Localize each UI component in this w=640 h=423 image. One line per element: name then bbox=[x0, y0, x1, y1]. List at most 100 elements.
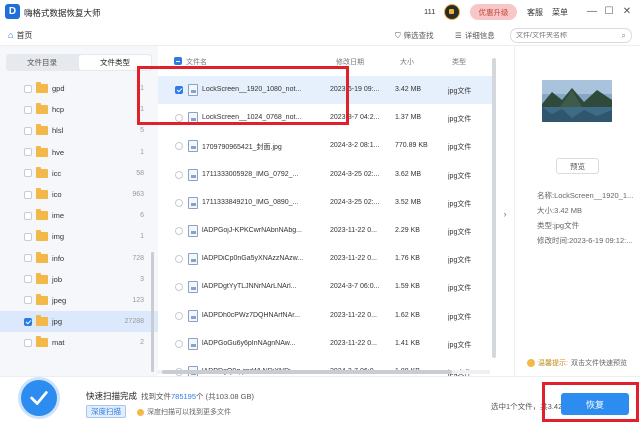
meta-type: 类型:jpg文件 bbox=[537, 221, 580, 230]
file-scrollbar[interactable] bbox=[492, 52, 496, 368]
maximize-icon[interactable]: ☐ bbox=[602, 5, 616, 19]
folder-checkbox[interactable] bbox=[24, 296, 32, 305]
header-size[interactable]: 大小 bbox=[400, 57, 414, 67]
folder-checkbox[interactable] bbox=[24, 211, 32, 220]
table-row[interactable]: 1711333849210_IMG_0890_... 2024-3-25 02:.… bbox=[158, 189, 492, 217]
folder-checkbox[interactable] bbox=[24, 126, 32, 135]
row-checkbox[interactable] bbox=[175, 283, 183, 292]
folder-item[interactable]: jpg 27288 bbox=[0, 311, 158, 333]
folder-item[interactable]: icc 58 bbox=[0, 163, 158, 184]
folder-item[interactable]: hcp 1 bbox=[0, 99, 158, 120]
folder-name: icc bbox=[52, 168, 62, 178]
filter-button[interactable]: ⛉ 筛选查找 bbox=[395, 28, 434, 43]
left-scrollbar[interactable] bbox=[151, 252, 154, 372]
file-size: 1.59 KB bbox=[395, 283, 420, 291]
hscroll-thumb[interactable] bbox=[162, 370, 452, 374]
folder-checkbox[interactable] bbox=[24, 84, 32, 93]
file-date: 2024-3-25 02:... bbox=[330, 198, 380, 206]
recover-button[interactable]: 恢复 bbox=[561, 393, 629, 415]
bulb-icon bbox=[527, 359, 535, 367]
folder-checkbox[interactable] bbox=[24, 275, 32, 284]
folder-count: 6 bbox=[140, 212, 144, 220]
folder-checkbox[interactable] bbox=[24, 105, 32, 114]
file-name: LockScreen__1024_0768_not... bbox=[202, 114, 302, 122]
table-row[interactable]: 1709790965421_封面.jpg 2024-3-2 08:1... 770.… bbox=[158, 132, 492, 160]
folder-item[interactable]: img 1 bbox=[0, 226, 158, 247]
row-checkbox[interactable] bbox=[175, 114, 183, 123]
folder-item[interactable]: ime 6 bbox=[0, 205, 158, 226]
view-segment: 文件目录 文件类型 bbox=[6, 54, 152, 71]
found-count: 785195 bbox=[171, 392, 197, 401]
folder-list: gpd 1 hcp 1 hlsl 5 hve 1 icc 58 ico 963 ime 6 img 1 info… bbox=[0, 78, 158, 353]
file-name: lADPDiCp0nGa5yXNAzzNAzw... bbox=[202, 255, 304, 263]
row-checkbox[interactable] bbox=[175, 142, 183, 151]
row-checkbox[interactable] bbox=[175, 198, 183, 207]
preview-button[interactable]: 预览 bbox=[556, 158, 599, 174]
file-type: jpg文件 bbox=[448, 144, 472, 152]
table-row[interactable]: lADPDiCp0nGa5yXNAzzNAzw... 2023-11-22 0..… bbox=[158, 245, 492, 273]
folder-name: ime bbox=[52, 211, 65, 221]
chevron-right-icon[interactable]: › bbox=[500, 206, 510, 222]
file-size: 1.62 KB bbox=[395, 311, 420, 319]
image-file-icon bbox=[188, 196, 198, 209]
search-box[interactable]: ⌕ bbox=[510, 28, 632, 43]
file-size: 3.62 MB bbox=[395, 170, 422, 178]
folder-item[interactable]: hlsl 5 bbox=[0, 120, 158, 141]
folder-checkbox[interactable] bbox=[24, 317, 32, 326]
left-panel: 文件目录 文件类型 gpd 1 hcp 1 hlsl 5 hve 1 icc 58 ico 963 im… bbox=[0, 46, 158, 376]
table-row[interactable]: lADPDgtYyTLJNNrNArLNArl... 2024-3-7 06:0.… bbox=[158, 273, 492, 301]
folder-checkbox[interactable] bbox=[24, 148, 32, 157]
folder-item[interactable]: mat 2 bbox=[0, 332, 158, 353]
table-row[interactable]: LockScreen__1024_0768_not... 2023-8-7 04:… bbox=[158, 104, 492, 132]
folder-checkbox[interactable] bbox=[24, 338, 32, 347]
deep-scan-tip-text: 深度扫描可以找到更多文件 bbox=[147, 409, 231, 416]
folder-checkbox[interactable] bbox=[24, 169, 32, 178]
folder-icon bbox=[36, 336, 48, 348]
tab-directory[interactable]: 文件目录 bbox=[6, 54, 78, 71]
folder-item[interactable]: gpd 1 bbox=[0, 78, 158, 99]
tab-file-type[interactable]: 文件类型 bbox=[79, 55, 151, 70]
file-name: 1711333005928_IMG_0792_... bbox=[202, 170, 299, 178]
minimize-icon[interactable]: — bbox=[585, 5, 599, 19]
row-checkbox[interactable] bbox=[175, 86, 183, 94]
image-file-icon bbox=[188, 140, 198, 153]
file-type: jpg文件 bbox=[448, 341, 472, 349]
folder-checkbox[interactable] bbox=[24, 232, 32, 241]
menu-link[interactable]: 菜单 bbox=[552, 7, 568, 18]
search-input[interactable] bbox=[516, 32, 616, 39]
horizontal-scrollbar[interactable] bbox=[158, 370, 490, 374]
row-checkbox[interactable] bbox=[175, 255, 183, 264]
header-name[interactable]: 文件名 bbox=[186, 57, 207, 67]
folder-checkbox[interactable] bbox=[24, 190, 32, 199]
table-row[interactable]: lADPDh0cPWz7DQHNArfNAr... 2023-11-22 0...… bbox=[158, 302, 492, 330]
row-checkbox[interactable] bbox=[175, 339, 183, 348]
folder-checkbox[interactable] bbox=[24, 254, 32, 263]
row-checkbox[interactable] bbox=[175, 311, 183, 320]
row-checkbox[interactable] bbox=[175, 226, 183, 235]
avatar[interactable] bbox=[444, 4, 460, 20]
folder-item[interactable]: hve 1 bbox=[0, 142, 158, 163]
row-checkbox[interactable] bbox=[175, 170, 183, 179]
scroll-thumb[interactable] bbox=[492, 58, 496, 358]
search-icon[interactable]: ⌕ bbox=[622, 31, 626, 41]
close-icon[interactable]: ✕ bbox=[620, 5, 634, 19]
table-row[interactable]: LockScreen__1920_1080_not... 2023-6-19 09… bbox=[158, 76, 492, 105]
select-all-checkbox[interactable] bbox=[174, 57, 182, 65]
folder-item[interactable]: ico 963 bbox=[0, 184, 158, 205]
vip-upgrade-button[interactable]: 优惠升级 bbox=[470, 4, 517, 20]
table-row[interactable]: 1711333005928_IMG_0792_... 2024-3-25 02:.… bbox=[158, 161, 492, 189]
table-row[interactable]: lADPGoGu6y6pInNAgnNAw... 2023-11-22 0... 1… bbox=[158, 330, 492, 358]
folder-item[interactable]: info 728 bbox=[0, 248, 158, 269]
folder-item[interactable]: jpeg 123 bbox=[0, 290, 158, 311]
folder-item[interactable]: job 3 bbox=[0, 269, 158, 290]
found-prefix: 找到文件 bbox=[141, 392, 171, 401]
customer-service-link[interactable]: 客服 bbox=[527, 7, 543, 18]
details-button[interactable]: ☰ 详细信息 bbox=[455, 28, 495, 43]
header-date[interactable]: 修改日期 bbox=[336, 57, 364, 67]
file-date: 2024-3-25 02:... bbox=[330, 170, 380, 178]
table-row[interactable]: lADPGojJ-KPKCwrNAbnNAbg... 2023-11-22 0..… bbox=[158, 217, 492, 245]
tab-home[interactable]: ⌂ 首页 bbox=[8, 28, 32, 42]
header-type[interactable]: 类型 bbox=[452, 57, 466, 67]
deep-scan-button[interactable]: 深度扫描 bbox=[86, 405, 126, 418]
folder-count: 123 bbox=[132, 296, 144, 304]
